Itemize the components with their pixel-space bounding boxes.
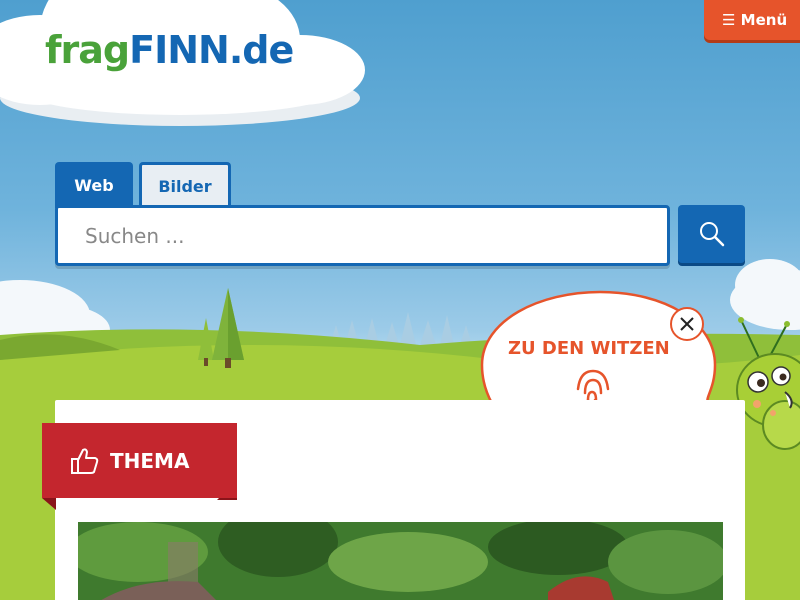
thema-badge[interactable]: THEMA	[42, 423, 237, 498]
search-icon	[699, 222, 724, 247]
promo-label[interactable]: ZU DEN WITZEN	[508, 338, 670, 359]
close-icon	[680, 317, 694, 331]
search-input[interactable]: Suchen ...	[55, 205, 670, 266]
thema-badge-label: THEMA	[110, 448, 190, 473]
tab-web[interactable]: Web	[55, 162, 133, 208]
search-placeholder: Suchen ...	[85, 223, 185, 248]
close-promo-button[interactable]	[670, 307, 704, 341]
page-background: frag FINN .de ☰ Menü Web Bilder Suchen .…	[0, 0, 800, 600]
site-logo[interactable]: frag FINN .de	[45, 28, 294, 72]
badge-fold-left	[42, 498, 56, 510]
logo-part-frag: frag	[45, 28, 130, 72]
tab-web-label: Web	[74, 175, 114, 195]
photo-content	[78, 522, 723, 600]
tab-bilder[interactable]: Bilder	[139, 162, 231, 208]
menu-button-label: ☰ Menü	[722, 11, 788, 29]
search-button[interactable]	[678, 205, 745, 263]
logo-part-de: .de	[228, 28, 294, 72]
thumbs-up-icon	[71, 447, 99, 474]
logo-part-finn: FINN	[129, 28, 230, 72]
thema-photo[interactable]	[78, 522, 723, 600]
tab-bilder-label: Bilder	[158, 177, 212, 196]
menu-button[interactable]: ☰ Menü	[704, 0, 800, 40]
